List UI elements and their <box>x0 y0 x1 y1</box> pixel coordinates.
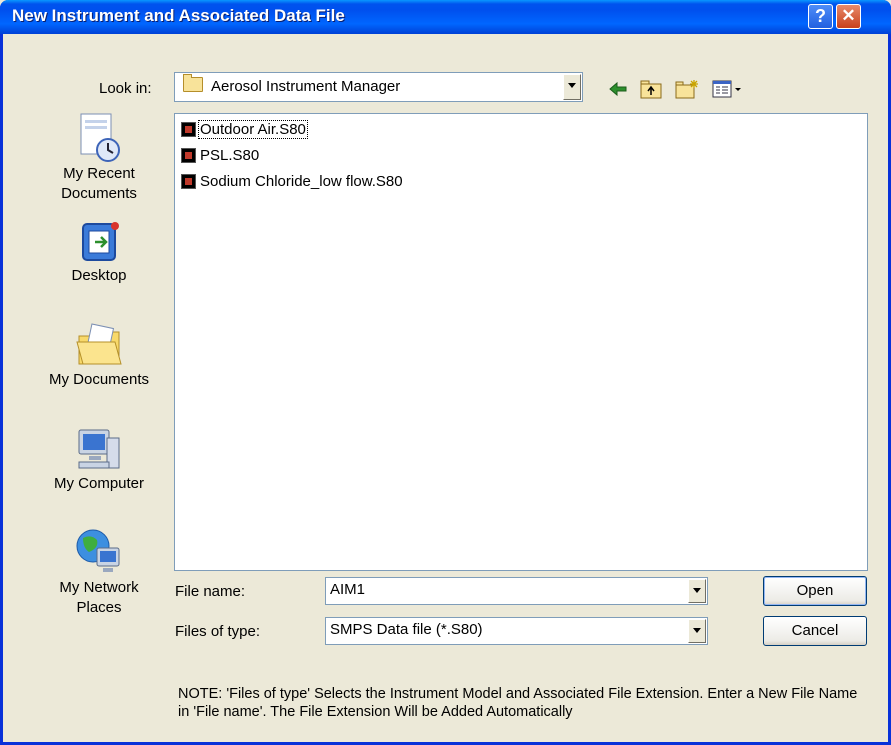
window-title: New Instrument and Associated Data File <box>12 6 345 25</box>
file-name: PSL.S80 <box>200 146 260 164</box>
chevron-down-icon[interactable] <box>688 619 706 643</box>
places-bar: My Recent Documents Desktop My Documents <box>43 112 155 742</box>
place-label-line2: Documents <box>61 185 137 202</box>
desktop-icon <box>82 222 119 261</box>
dialog-window: New Instrument and Associated Data File … <box>0 0 891 745</box>
place-label-line1: My Documents <box>48 371 150 388</box>
data-file-icon <box>181 173 196 189</box>
place-label-line1: Desktop <box>71 267 127 284</box>
place-label-line1: My Recent <box>63 165 135 182</box>
filename-value: AIM1 <box>330 581 366 598</box>
cancel-button[interactable]: Cancel <box>763 616 867 646</box>
filetype-label: Files of type: <box>175 623 261 640</box>
file-name: Outdoor Air.S80 <box>198 119 308 139</box>
chevron-down-icon[interactable] <box>688 579 706 603</box>
list-item[interactable]: Sodium Chloride_low flow.S80 <box>181 172 404 194</box>
list-item[interactable]: Outdoor Air.S80 <box>181 119 308 142</box>
place-my-recent-documents[interactable]: My Recent Documents <box>43 112 155 204</box>
help-button[interactable]: ? <box>808 4 833 29</box>
place-label-line1: My Computer <box>53 475 145 492</box>
close-button[interactable]: ✕ <box>836 4 861 29</box>
lookin-value: Aerosol Instrument Manager <box>211 78 401 95</box>
place-desktop[interactable]: Desktop <box>43 218 155 286</box>
file-name: Sodium Chloride_low flow.S80 <box>200 172 403 190</box>
lookin-label: Look in: <box>99 80 152 97</box>
open-button[interactable]: Open <box>763 576 867 606</box>
folder-icon <box>183 74 203 92</box>
new-folder-icon[interactable] <box>675 79 699 99</box>
list-item[interactable]: PSL.S80 <box>181 146 260 168</box>
file-list[interactable]: Outdoor Air.S80 PSL.S80 Sodium Chloride_… <box>174 113 868 571</box>
lookin-dropdown[interactable]: Aerosol Instrument Manager <box>174 72 583 102</box>
filetype-dropdown[interactable]: SMPS Data file (*.S80) <box>325 617 708 645</box>
my-documents-icon <box>76 323 122 365</box>
filename-label: File name: <box>175 583 246 600</box>
place-label-line1: My Network <box>59 579 139 596</box>
filetype-value: SMPS Data file (*.S80) <box>330 621 483 638</box>
view-menu-icon[interactable] <box>712 79 744 99</box>
data-file-icon <box>181 147 196 163</box>
place-my-documents[interactable]: My Documents <box>43 322 155 390</box>
back-arrow-icon[interactable] <box>608 79 628 99</box>
up-folder-icon[interactable] <box>640 79 662 99</box>
place-my-network-places[interactable]: My Network Places <box>43 526 155 618</box>
my-computer-icon <box>78 429 120 469</box>
chevron-down-icon[interactable] <box>563 74 581 100</box>
place-my-computer[interactable]: My Computer <box>43 426 155 494</box>
place-label-line2: Places <box>76 599 122 616</box>
recent-documents-icon <box>80 113 120 162</box>
filename-input[interactable]: AIM1 <box>325 577 708 605</box>
note-text: NOTE: 'Files of type' Selects the Instru… <box>178 686 858 720</box>
title-bar[interactable]: New Instrument and Associated Data File … <box>0 0 891 34</box>
data-file-icon <box>181 121 196 137</box>
network-places-icon <box>76 529 120 572</box>
